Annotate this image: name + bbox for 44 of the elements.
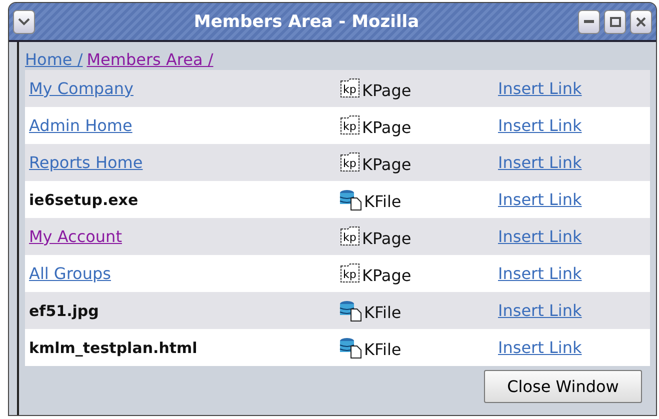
type-label: KPage xyxy=(362,118,412,136)
page-icon: kp xyxy=(339,78,361,100)
page-icon: kp xyxy=(339,152,361,174)
type-label: KPage xyxy=(362,228,412,248)
insert-link[interactable]: Insert Link xyxy=(498,190,582,209)
close-window-button[interactable]: Close Window xyxy=(484,370,642,403)
type-label: KFile xyxy=(364,302,402,322)
insert-link[interactable]: Insert Link xyxy=(498,116,582,135)
type-label: KPage xyxy=(362,80,412,100)
page-link[interactable]: My Company xyxy=(29,79,134,98)
insert-link[interactable]: Insert Link xyxy=(498,338,582,357)
window-menu-button[interactable] xyxy=(13,10,35,34)
file-name: ef51.jpg xyxy=(29,302,100,320)
type-label: KFile xyxy=(364,340,402,358)
database-file-icon xyxy=(339,336,363,358)
page-icon: kp xyxy=(339,114,361,136)
insert-link[interactable]: Insert Link xyxy=(498,264,582,283)
database-file-icon xyxy=(339,300,363,322)
file-name: kmlm_testplan.html xyxy=(29,338,198,356)
breadcrumb-link[interactable]: Home / xyxy=(25,50,83,68)
chevron-down-icon xyxy=(18,18,30,26)
maximize-button[interactable] xyxy=(604,10,626,34)
minimize-button[interactable] xyxy=(578,10,600,34)
minimize-icon xyxy=(584,20,594,24)
close-icon xyxy=(636,16,646,26)
page-link[interactable]: Admin Home xyxy=(29,116,132,135)
insert-link[interactable]: Insert Link xyxy=(498,227,582,246)
page-icon: kp xyxy=(339,262,361,284)
page-link[interactable]: My Account xyxy=(29,227,122,246)
type-label: KPage xyxy=(362,154,412,174)
window-title: Members Area - Mozilla xyxy=(192,12,420,32)
maximize-icon xyxy=(610,16,620,26)
close-button[interactable] xyxy=(630,10,652,34)
page-icon: kp xyxy=(339,226,361,248)
page-link[interactable]: Reports Home xyxy=(29,153,143,172)
breadcrumb-link[interactable]: Members Area / xyxy=(86,50,214,68)
insert-link[interactable]: Insert Link xyxy=(498,301,582,320)
type-label: KPage xyxy=(362,266,412,284)
database-file-icon xyxy=(339,188,363,210)
insert-link[interactable]: Insert Link xyxy=(498,153,582,172)
file-name: ie6setup.exe xyxy=(29,190,140,208)
type-label: KFile xyxy=(364,192,402,210)
page-link[interactable]: All Groups xyxy=(29,264,111,283)
insert-link[interactable]: Insert Link xyxy=(498,79,582,98)
